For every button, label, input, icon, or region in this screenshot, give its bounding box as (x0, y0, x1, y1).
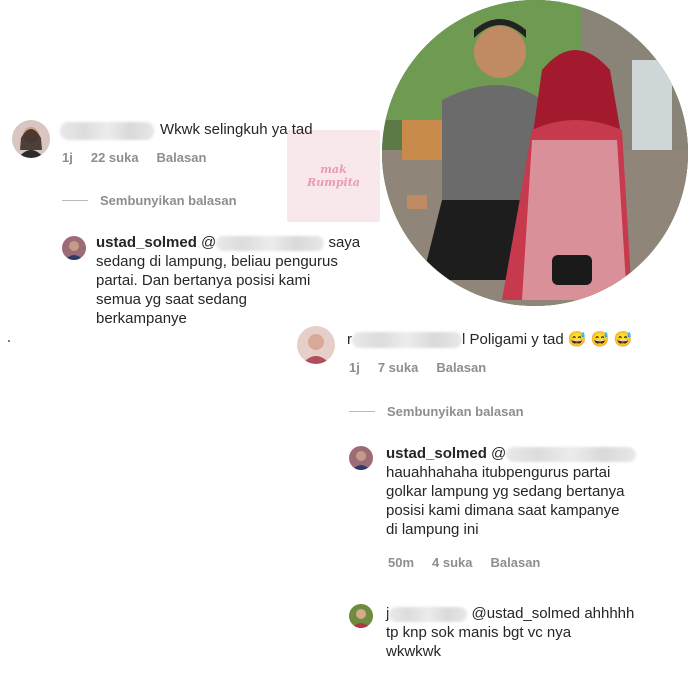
comment1-hide-replies[interactable]: Sembunyikan balasan (62, 193, 237, 208)
commenter2-username-redacted (352, 332, 462, 349)
reply2-reply-button[interactable]: Balasan (491, 555, 541, 570)
comment1-text: Wkwk selingkuh ya tad (160, 121, 313, 138)
commenter2-username-suffix[interactable]: l (462, 331, 465, 348)
comment2-likes[interactable]: 7 suka (378, 360, 418, 375)
reply2-text-line4: di lampung ini (386, 521, 479, 538)
comment2-hide-replies[interactable]: Sembunyikan balasan (349, 404, 524, 419)
comment2-hide-replies-label: Sembunyikan balasan (387, 404, 524, 419)
reply1-text-line4: semua yg saat sedang (96, 291, 247, 308)
reply2-meta: 50m 4 suka Balasan (388, 555, 540, 570)
comment1-likes[interactable]: 22 suka (91, 150, 139, 165)
commenter1-username-redacted (60, 122, 154, 140)
reply1-text-line1: saya (328, 234, 361, 251)
reply2-body: ustad_solmed @ hauahhahaha itubpengurus … (386, 444, 686, 539)
reply3-mention[interactable]: @ustad_solmed (472, 605, 581, 622)
comment1-reply-button[interactable]: Balasan (157, 150, 207, 165)
reply2-text-line1: hauahhahaha itubpengurus partai (386, 464, 611, 481)
watermark-line1: mak (320, 163, 347, 176)
comment2-time: 1j (349, 360, 360, 375)
divider-line (349, 411, 375, 412)
comment1-time: 1j (62, 150, 73, 165)
reply3-body: j @ustad_solmed ahhhhh tp knp sok manis … (386, 604, 686, 661)
sweat-smile-emoji-2: 😅 (590, 331, 610, 348)
reply1-body: ustad_solmed @ saya sedang di lampung, b… (96, 233, 396, 328)
comment1-hide-replies-label: Sembunyikan balasan (100, 193, 237, 208)
reply2-mention[interactable]: @ (491, 445, 506, 462)
reply1-mention-redacted (216, 235, 325, 251)
comment2-row: rl Poligami y tad 😅 😅 😅 (347, 330, 687, 349)
stray-dot (8, 340, 10, 342)
reply1-text-line2: sedang di lampung, beliau pengurus (96, 253, 338, 270)
reply1-text-line3: partai. Dan bertanya posisi kami (96, 272, 311, 289)
couple-photo (382, 0, 688, 306)
comment1-meta: 1j 22 suka Balasan (62, 150, 206, 165)
commenter1-avatar[interactable] (12, 120, 50, 158)
reply3-text-line1: ahhhhh (584, 605, 635, 622)
sweat-smile-emoji-3: 😅 (613, 331, 633, 348)
reply3-text-line2: tp knp sok manis bgt vc nya (386, 624, 572, 641)
divider-line (62, 200, 88, 201)
comment2-meta: 1j 7 suka Balasan (349, 360, 486, 375)
reply3-username-redacted (389, 606, 468, 622)
watermark-line2: Rumpita (307, 176, 360, 189)
comment2-text: Poligami y tad (469, 331, 564, 348)
reply1-mention[interactable]: @ (201, 234, 216, 251)
sweat-smile-emoji-1: 😅 (567, 331, 587, 348)
reply3-text-line3: wkwkwk (386, 643, 441, 660)
reply1-text-line5: berkampanye (96, 310, 187, 327)
comment2-reply-button[interactable]: Balasan (436, 360, 486, 375)
reply3-avatar[interactable] (349, 604, 373, 628)
reply2-avatar[interactable] (349, 446, 373, 470)
reply2-text-line2: golkar lampung yg sedang bertanya (386, 483, 625, 500)
watermark: mak Rumpita (287, 130, 380, 222)
reply2-text-line3: posisi kami dimana saat kampanye (386, 502, 620, 519)
reply2-time: 50m (388, 555, 415, 570)
reply1-username[interactable]: ustad_solmed (96, 234, 197, 251)
couple-photo-illustration (382, 0, 688, 306)
commenter2-avatar[interactable] (297, 326, 335, 364)
reply2-username[interactable]: ustad_solmed (386, 445, 487, 462)
reply2-likes[interactable]: 4 suka (432, 555, 472, 570)
reply1-avatar[interactable] (62, 236, 86, 260)
reply2-mention-redacted (506, 446, 637, 462)
